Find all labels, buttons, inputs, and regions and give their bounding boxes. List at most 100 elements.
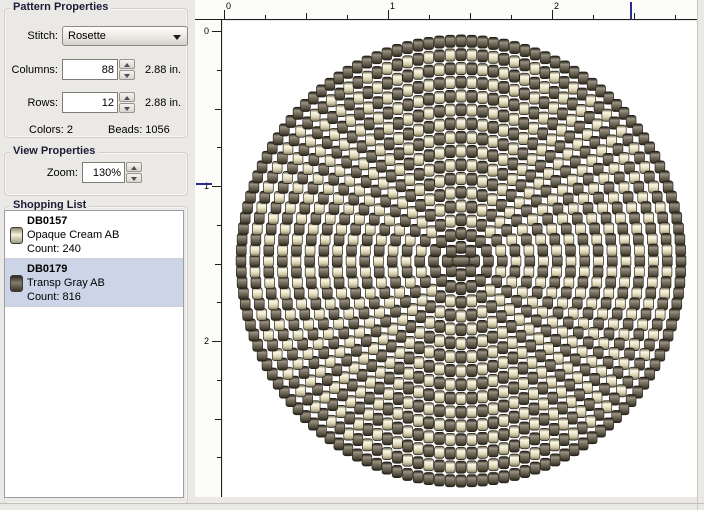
bead[interactable] <box>539 457 551 471</box>
bead[interactable] <box>331 254 343 268</box>
bead[interactable] <box>565 243 576 257</box>
bead[interactable] <box>402 41 413 55</box>
bead[interactable] <box>434 203 446 217</box>
bead[interactable] <box>477 473 488 487</box>
horizontal-ruler[interactable]: 0 1 2 <box>195 0 697 20</box>
bead[interactable] <box>466 419 478 433</box>
bead[interactable] <box>413 385 424 399</box>
bead[interactable] <box>444 391 456 405</box>
bead[interactable] <box>402 410 414 424</box>
bead[interactable] <box>477 376 488 390</box>
bead[interactable] <box>402 396 414 410</box>
bead[interactable] <box>445 214 456 228</box>
bead[interactable] <box>539 81 550 95</box>
bead[interactable] <box>539 51 551 65</box>
bead[interactable] <box>444 103 456 117</box>
bead[interactable] <box>660 232 672 246</box>
bead[interactable] <box>413 341 425 355</box>
bead[interactable] <box>455 419 467 433</box>
bead[interactable] <box>465 244 476 258</box>
bead[interactable] <box>382 417 393 431</box>
bead[interactable] <box>412 428 424 442</box>
bead[interactable] <box>445 308 456 322</box>
bead[interactable] <box>444 34 456 48</box>
bead[interactable] <box>393 132 404 145</box>
bead[interactable] <box>353 91 364 105</box>
bead[interactable] <box>371 66 383 80</box>
bead[interactable] <box>333 71 345 85</box>
bead[interactable] <box>498 138 509 152</box>
bead[interactable] <box>477 404 488 418</box>
bead[interactable] <box>466 172 478 186</box>
bead[interactable] <box>466 62 478 76</box>
bead[interactable] <box>371 442 383 456</box>
bead[interactable] <box>391 44 403 57</box>
bead[interactable] <box>498 370 509 384</box>
bead[interactable] <box>477 459 488 473</box>
bead[interactable] <box>487 106 499 120</box>
bead[interactable] <box>486 315 498 329</box>
bead[interactable] <box>382 106 394 120</box>
bead[interactable] <box>455 433 467 447</box>
bead[interactable] <box>508 396 520 410</box>
bead[interactable] <box>466 131 478 145</box>
bead[interactable] <box>529 417 540 431</box>
bead[interactable] <box>412 442 424 456</box>
bead[interactable] <box>373 381 385 395</box>
bead[interactable] <box>487 416 499 430</box>
bead[interactable] <box>546 375 557 389</box>
bead[interactable] <box>565 395 577 409</box>
bead[interactable] <box>444 322 456 336</box>
bead[interactable] <box>344 97 355 111</box>
bead[interactable] <box>498 52 510 66</box>
bead[interactable] <box>263 265 275 279</box>
bead[interactable] <box>455 130 467 144</box>
bead[interactable] <box>361 55 373 69</box>
bead[interactable] <box>466 76 478 90</box>
bead[interactable] <box>519 465 531 478</box>
bead[interactable] <box>412 80 424 94</box>
bead[interactable] <box>518 392 530 406</box>
bead[interactable] <box>466 364 478 377</box>
bead[interactable] <box>466 336 478 350</box>
bead[interactable] <box>518 116 530 130</box>
bead[interactable] <box>402 453 413 467</box>
bead[interactable] <box>249 243 261 257</box>
bead[interactable] <box>392 421 403 435</box>
bead[interactable] <box>383 387 394 401</box>
bead[interactable] <box>487 444 499 458</box>
bead[interactable] <box>568 443 580 457</box>
rosette-pattern[interactable] <box>223 21 697 497</box>
bead[interactable] <box>304 265 316 279</box>
bead[interactable] <box>539 442 551 456</box>
bead[interactable] <box>634 243 645 257</box>
bead[interactable] <box>353 417 364 431</box>
bead[interactable] <box>529 91 540 105</box>
bead[interactable] <box>537 127 549 141</box>
bead[interactable] <box>509 55 520 69</box>
bead[interactable] <box>333 437 345 451</box>
bead[interactable] <box>352 60 363 74</box>
bead[interactable] <box>423 36 434 50</box>
bead[interactable] <box>455 103 467 117</box>
bead[interactable] <box>444 336 456 350</box>
rows-down-button[interactable] <box>119 103 135 113</box>
bead[interactable] <box>477 390 488 404</box>
bead[interactable] <box>343 81 354 95</box>
bead[interactable] <box>383 137 395 151</box>
bead[interactable] <box>364 391 375 405</box>
bead[interactable] <box>497 183 508 197</box>
bead[interactable] <box>466 158 478 172</box>
bead[interactable] <box>263 254 274 268</box>
bead[interactable] <box>413 123 424 137</box>
bead[interactable] <box>519 87 530 101</box>
bead[interactable] <box>498 66 510 80</box>
bead[interactable] <box>466 460 478 474</box>
bead[interactable] <box>579 243 590 257</box>
bead[interactable] <box>395 179 407 193</box>
bead[interactable] <box>444 377 456 391</box>
bead[interactable] <box>527 137 539 151</box>
bead[interactable] <box>509 243 521 257</box>
bead[interactable] <box>423 359 435 373</box>
bead[interactable] <box>393 361 405 375</box>
